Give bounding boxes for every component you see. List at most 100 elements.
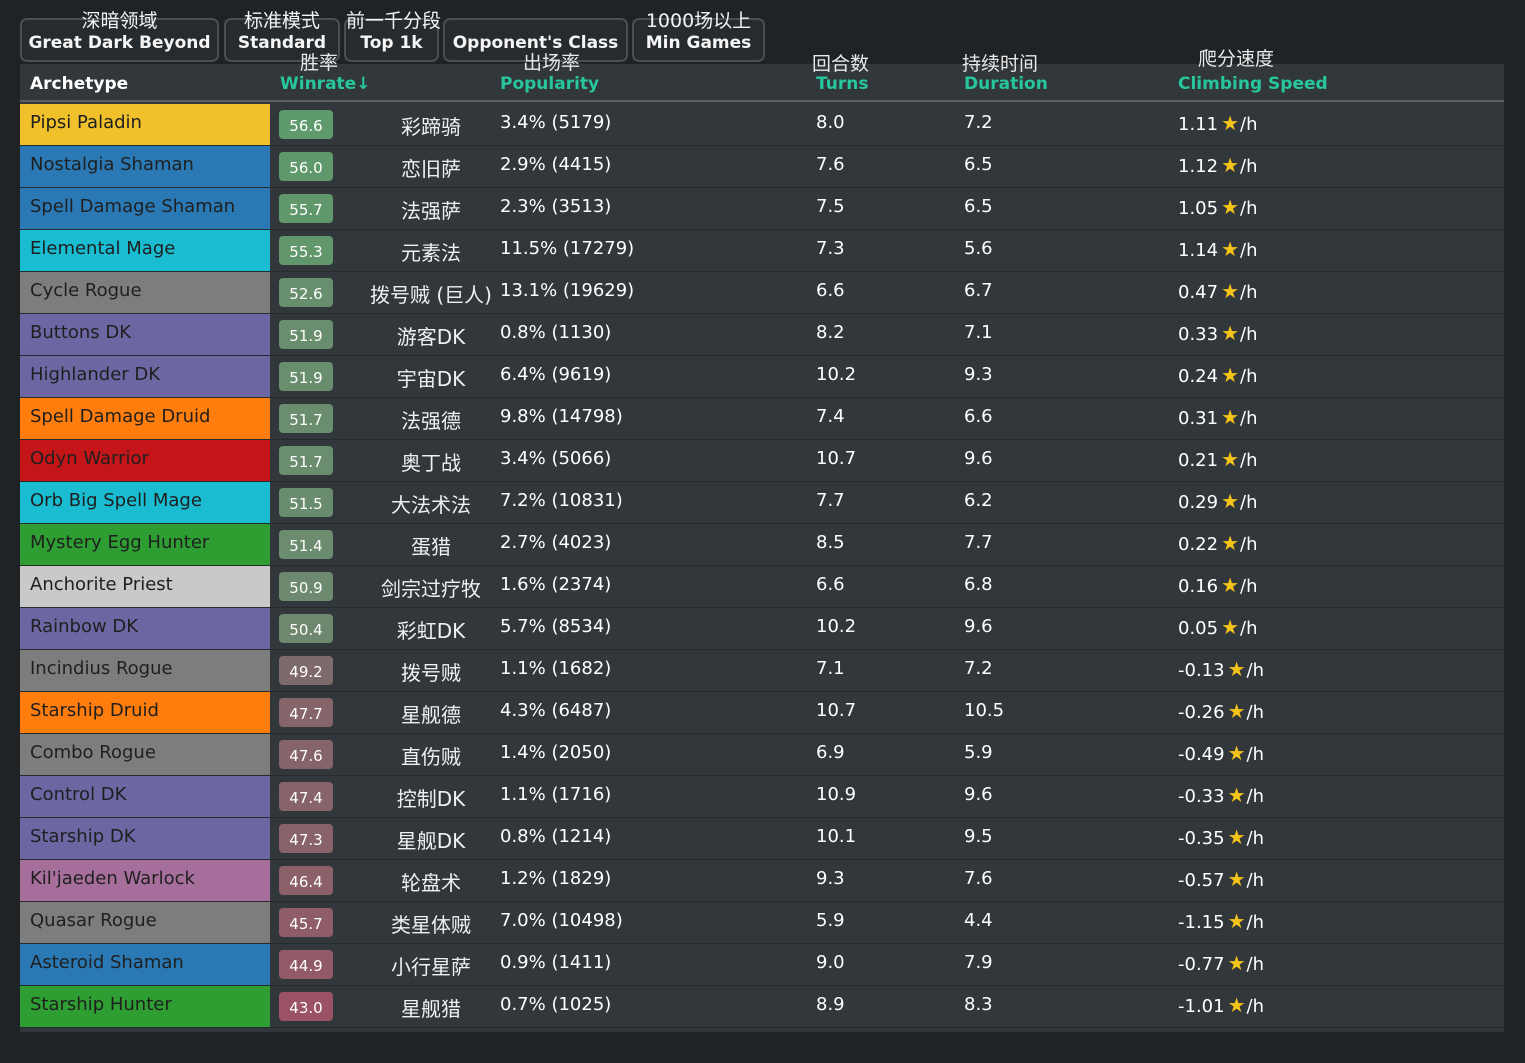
archetype-name[interactable]: Nostalgia Shaman — [20, 146, 270, 187]
archetype-name[interactable]: Rainbow DK — [20, 608, 270, 649]
climbing-speed-unit: /h — [1240, 198, 1258, 219]
star-icon: ★ — [1227, 699, 1246, 723]
min-games-filter-button[interactable]: 1000场以上 Min Games — [632, 10, 765, 62]
archetype-name[interactable]: Spell Damage Shaman — [20, 188, 270, 229]
popularity-value: 4.3% (6487) — [500, 700, 612, 721]
archetype-name[interactable]: Mystery Egg Hunter — [20, 524, 270, 565]
duration-value: 9.6 — [964, 784, 993, 805]
winrate-badge: 52.6 — [279, 278, 333, 307]
archetype-name[interactable]: Anchorite Priest — [20, 566, 270, 607]
archetype-name[interactable]: Starship DK — [20, 818, 270, 859]
winrate-badge: 45.7 — [279, 908, 333, 937]
popularity-value: 0.8% (1130) — [500, 322, 612, 343]
turns-value: 7.7 — [816, 490, 845, 511]
winrate-badge: 47.7 — [279, 698, 333, 727]
star-icon: ★ — [1227, 867, 1246, 891]
turns-value: 8.5 — [816, 532, 845, 553]
climbing-speed: 1.05 ★/h — [1178, 188, 1258, 228]
table-row[interactable]: Starship DK 47.3 星舰DK 0.8% (1214) 10.1 9.5 -0.… — [20, 818, 1504, 860]
table-row[interactable]: Highlander DK 51.9 宇宙DK 6.4% (9619) 10.2 9.3 0… — [20, 356, 1504, 398]
turns-value: 10.7 — [816, 700, 857, 721]
duration-value: 6.7 — [964, 280, 993, 301]
table-row[interactable]: Rainbow DK 50.4 彩虹DK 5.7% (8534) 10.2 9.6 0.05… — [20, 608, 1504, 650]
table-row[interactable]: Orb Big Spell Mage 51.5 大法术法 7.2% (10831) 7.… — [20, 482, 1504, 524]
turns-value: 8.9 — [816, 994, 845, 1015]
header-climbing-speed-label: Climbing Speed — [1178, 74, 1328, 94]
table-row[interactable]: Anchorite Priest 50.9 剑宗过疗牧 1.6% (2374) 6.6 6… — [20, 566, 1504, 608]
climbing-speed-unit: /h — [1246, 660, 1264, 681]
climbing-speed-unit: /h — [1246, 996, 1264, 1017]
popularity-value: 1.6% (2374) — [500, 574, 612, 595]
rank-filter-button[interactable]: 前一千分段 Top 1k — [344, 10, 441, 62]
duration-value: 6.8 — [964, 574, 993, 595]
archetype-name-zh: 恋旧萨 — [401, 157, 461, 181]
archetype-name[interactable]: Orb Big Spell Mage — [20, 482, 270, 523]
star-icon: ★ — [1221, 615, 1240, 639]
duration-value: 8.3 — [964, 994, 993, 1015]
duration-value: 7.7 — [964, 532, 993, 553]
climbing-speed-value: 0.05 — [1178, 618, 1219, 639]
archetype-name[interactable]: Control DK — [20, 776, 270, 817]
duration-value: 6.2 — [964, 490, 993, 511]
expansion-filter-zh: 深暗领域 — [81, 10, 158, 32]
header-archetype-label: Archetype — [30, 74, 129, 94]
popularity-value: 0.8% (1214) — [500, 826, 612, 847]
table-row[interactable]: Control DK 47.4 控制DK 1.1% (1716) 10.9 9.6 -0.3… — [20, 776, 1504, 818]
climbing-speed: -0.57 ★/h — [1178, 860, 1264, 900]
popularity-value: 5.7% (8534) — [500, 616, 612, 637]
archetype-name[interactable]: Odyn Warrior — [20, 440, 270, 481]
table-row[interactable]: Buttons DK 51.9 游客DK 0.8% (1130) 8.2 7.1 0.33 ★… — [20, 314, 1504, 356]
archetype-name[interactable]: Spell Damage Druid — [20, 398, 270, 439]
table-row[interactable]: Starship Druid 47.7 星舰德 4.3% (6487) 10.7 10.5… — [20, 692, 1504, 734]
archetype-name[interactable]: Incindius Rogue — [20, 650, 270, 691]
table-row[interactable]: Elemental Mage 55.3 元素法 11.5% (17279) 7.3 5.6… — [20, 230, 1504, 272]
table-row[interactable]: Odyn Warrior 51.7 奥丁战 3.4% (5066) 10.7 9.6 0.2… — [20, 440, 1504, 482]
archetype-name[interactable]: Highlander DK — [20, 356, 270, 397]
archetype-name[interactable]: Combo Rogue — [20, 734, 270, 775]
winrate-badge: 50.4 — [279, 614, 333, 643]
star-icon: ★ — [1227, 657, 1246, 681]
table-row[interactable]: Quasar Rogue 45.7 类星体贼 7.0% (10498) 5.9 4.4 -1… — [20, 902, 1504, 944]
archetype-name[interactable]: Quasar Rogue — [20, 902, 270, 943]
climbing-speed-unit: /h — [1246, 744, 1264, 765]
climbing-speed-unit: /h — [1240, 324, 1258, 345]
turns-value: 10.7 — [816, 448, 857, 469]
climbing-speed-unit: /h — [1240, 408, 1258, 429]
archetype-name[interactable]: Asteroid Shaman — [20, 944, 270, 985]
table-row[interactable]: Spell Damage Druid 51.7 法强德 9.8% (14798) 7.4… — [20, 398, 1504, 440]
table-row[interactable]: Mystery Egg Hunter 51.4 蛋猎 2.7% (4023) 8.5 7.… — [20, 524, 1504, 566]
table-row[interactable]: Combo Rogue 47.6 直伤贼 1.4% (2050) 6.9 5.9 -0.49… — [20, 734, 1504, 776]
table-row[interactable]: Asteroid Shaman 44.9 小行星萨 0.9% (1411) 9.0 7.9… — [20, 944, 1504, 986]
duration-value: 9.5 — [964, 826, 993, 847]
table-row[interactable]: Nostalgia Shaman 56.0 恋旧萨 2.9% (4415) 7.6 6.5… — [20, 146, 1504, 188]
archetype-name[interactable]: Starship Hunter — [20, 986, 270, 1027]
archetype-name[interactable]: Starship Druid — [20, 692, 270, 733]
duration-value: 6.6 — [964, 406, 993, 427]
climbing-speed-unit: /h — [1246, 870, 1264, 891]
table-row[interactable]: Kil'jaeden Warlock 46.4 轮盘术 1.2% (1829) 9.3 7… — [20, 860, 1504, 902]
climbing-speed: -0.33 ★/h — [1178, 776, 1264, 816]
archetype-name-zh: 类星体贼 — [391, 913, 471, 937]
archetype-name[interactable]: Elemental Mage — [20, 230, 270, 271]
archetype-name[interactable]: Cycle Rogue — [20, 272, 270, 313]
turns-value: 10.1 — [816, 826, 857, 847]
archetype-name[interactable]: Buttons DK — [20, 314, 270, 355]
table-row[interactable]: Cycle Rogue 52.6 拨号贼 (巨人) 13.1% (19629) 6.6 6… — [20, 272, 1504, 314]
header-winrate-zh: 胜率 — [300, 52, 339, 74]
table-row[interactable]: Starship Hunter 43.0 星舰猎 0.7% (1025) 8.9 8.3 -… — [20, 986, 1504, 1028]
archetype-name[interactable]: Kil'jaeden Warlock — [20, 860, 270, 901]
archetype-name-zh: 小行星萨 — [391, 955, 471, 979]
climbing-speed: 0.29 ★/h — [1178, 482, 1258, 522]
archetype-name[interactable]: Pipsi Paladin — [20, 104, 270, 145]
climbing-speed-value: -0.49 — [1178, 744, 1225, 765]
winrate-badge: 51.9 — [279, 362, 333, 391]
climbing-speed-value: 0.47 — [1178, 282, 1219, 303]
table-row[interactable]: Pipsi Paladin 56.6 彩蹄骑 3.4% (5179) 8.0 7.2 1.1… — [20, 104, 1504, 146]
winrate-badge: 46.4 — [279, 866, 333, 895]
archetype-name-zh: 拨号贼 (巨人) — [370, 283, 492, 307]
climbing-speed-value: 1.11 — [1178, 114, 1219, 135]
table-row[interactable]: Incindius Rogue 49.2 拨号贼 1.1% (1682) 7.1 7.2 -… — [20, 650, 1504, 692]
table-row[interactable]: Spell Damage Shaman 55.7 法强萨 2.3% (3513) 7.5… — [20, 188, 1504, 230]
star-icon: ★ — [1221, 321, 1240, 345]
expansion-filter-button[interactable]: 深暗领域 Great Dark Beyond — [20, 10, 219, 62]
